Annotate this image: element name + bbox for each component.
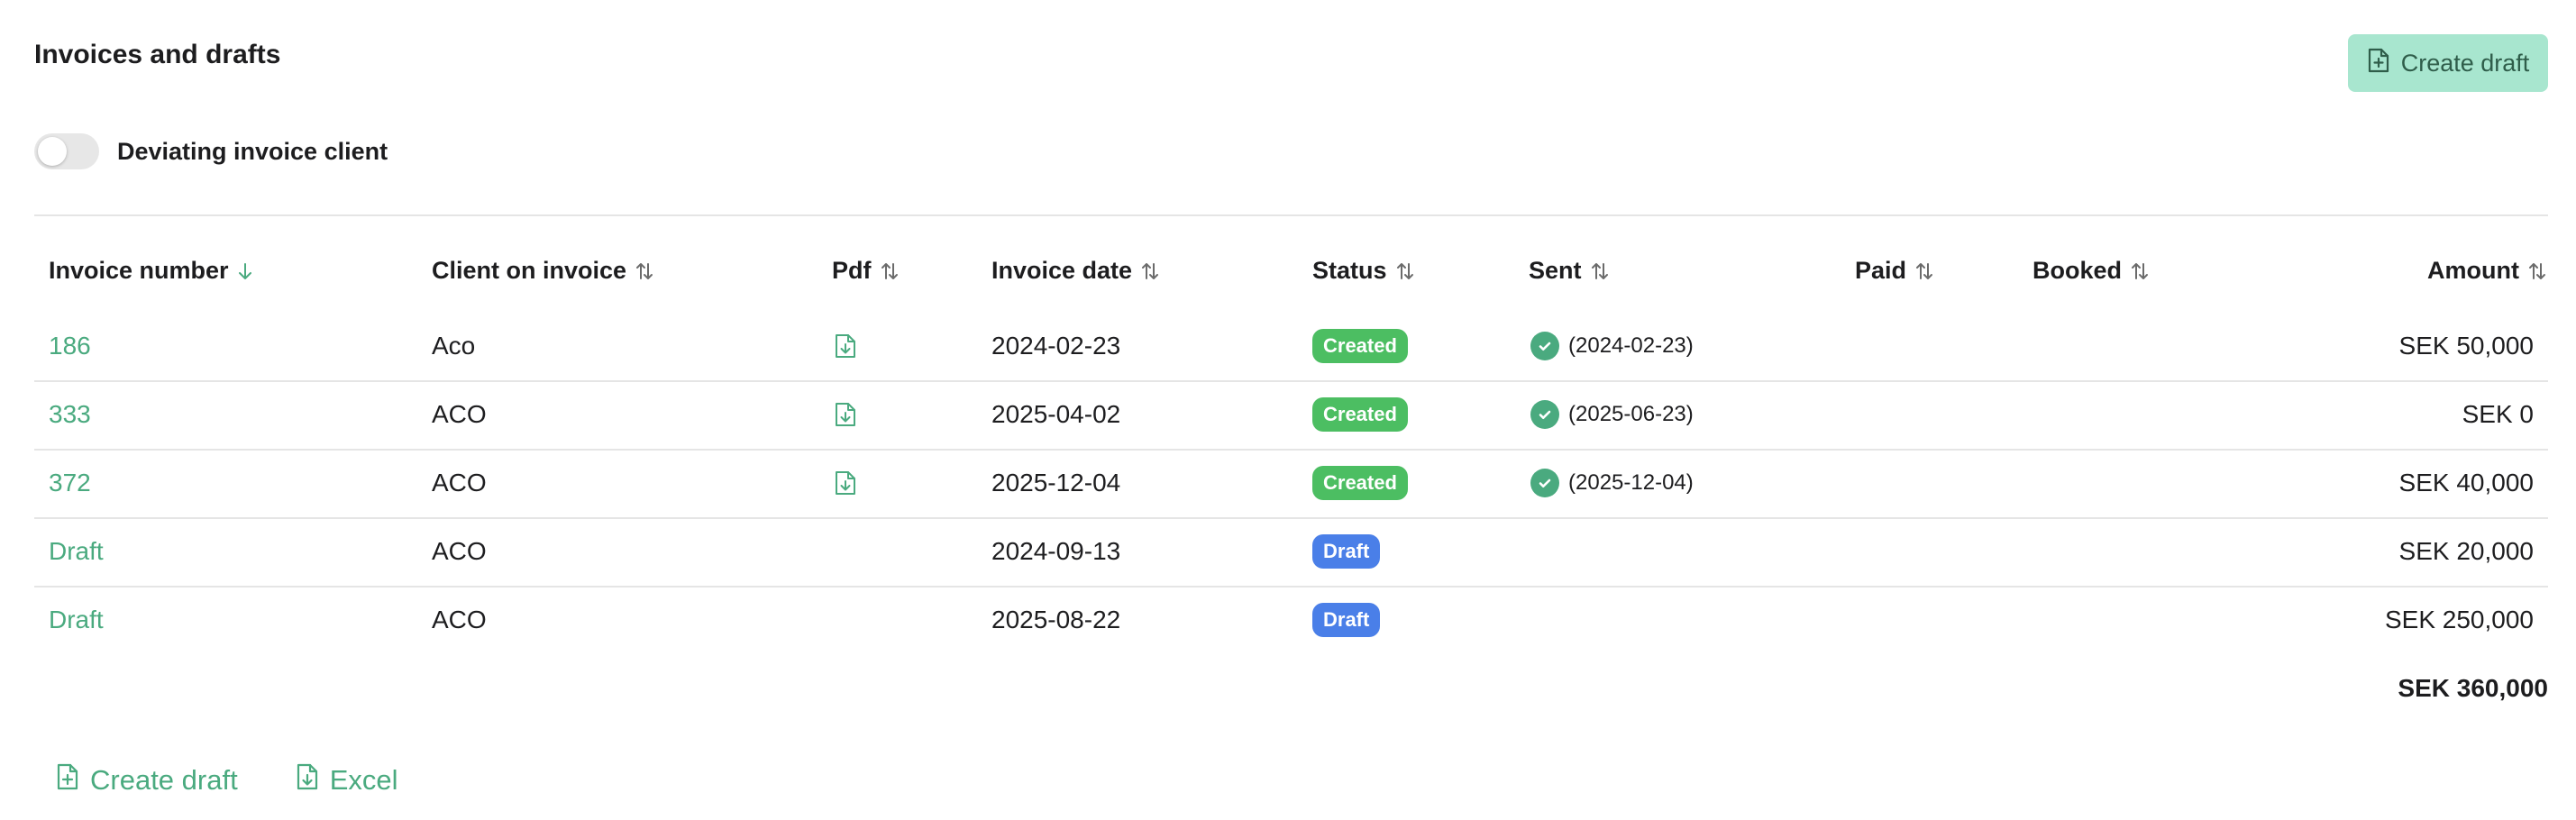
sent-date: (2024-02-23)	[1568, 333, 1694, 358]
page-title: Invoices and drafts	[34, 40, 281, 69]
arrow-down-icon	[236, 260, 254, 282]
deviating-client-toggle[interactable]	[34, 133, 99, 169]
header-invoice-number[interactable]: Invoice number	[49, 257, 254, 285]
invoice-date-cell: 2024-09-13	[991, 537, 1121, 565]
invoice-number-link[interactable]: 372	[49, 449, 91, 517]
sort-arrows-icon	[1589, 260, 1611, 282]
amount-cell: SEK 20,000	[2398, 537, 2534, 565]
table-row[interactable]: 186 Aco 2024-02-23 Created (2024-02-23) SEK 5…	[34, 312, 2548, 382]
invoice-date-cell: 2025-12-04	[991, 469, 1121, 497]
deviating-client-row: Deviating invoice client	[34, 133, 388, 169]
sort-arrows-icon	[2129, 260, 2151, 282]
footer-create-draft-label: Create draft	[90, 764, 238, 796]
sort-arrows-icon	[1139, 260, 1161, 282]
footer-excel-link[interactable]: Excel	[296, 762, 398, 798]
header-amount[interactable]: Amount	[2427, 257, 2548, 285]
header-invoice-date-label: Invoice date	[991, 257, 1133, 284]
invoice-date-cell: 2024-02-23	[991, 332, 1121, 360]
client-cell: ACO	[432, 606, 487, 633]
header-sent-label: Sent	[1529, 257, 1582, 284]
invoice-number-link[interactable]: Draft	[49, 586, 104, 654]
file-plus-icon	[56, 762, 79, 798]
file-plus-icon	[2367, 47, 2390, 80]
check-circle-icon	[1530, 332, 1559, 360]
invoice-date-cell: 2025-08-22	[991, 606, 1121, 633]
create-draft-button-label: Create draft	[2400, 49, 2530, 77]
header-pdf-label: Pdf	[832, 257, 872, 284]
sent-cell: (2025-12-04)	[1530, 449, 1694, 517]
sent-date: (2025-12-04)	[1568, 470, 1694, 495]
file-download-icon[interactable]	[834, 469, 857, 497]
status-badge: Draft	[1312, 603, 1381, 637]
client-cell: ACO	[432, 537, 487, 565]
invoices-page: Invoices and drafts Create draft Deviati…	[0, 0, 2576, 820]
check-circle-icon	[1530, 469, 1559, 497]
create-draft-button[interactable]: Create draft	[2348, 34, 2548, 92]
amount-total: SEK 360,000	[2398, 674, 2548, 702]
table-row[interactable]: 333 ACO 2025-04-02 Created (2025-06-23) SEK 0	[34, 380, 2548, 451]
sort-arrows-icon	[1394, 260, 1416, 282]
header-paid[interactable]: Paid	[1855, 257, 1935, 285]
header-client-label: Client on invoice	[432, 257, 627, 284]
header-client[interactable]: Client on invoice	[432, 257, 655, 285]
invoice-number-link[interactable]: Draft	[49, 517, 104, 586]
footer-actions: Create draft Excel	[56, 762, 398, 798]
status-badge: Created	[1312, 329, 1408, 363]
status-badge: Draft	[1312, 534, 1381, 569]
amount-cell: SEK 40,000	[2398, 469, 2534, 497]
toggle-knob	[38, 137, 67, 166]
header-paid-label: Paid	[1855, 257, 1907, 284]
invoice-number-link[interactable]: 186	[49, 312, 91, 380]
sort-arrows-icon	[879, 260, 900, 282]
header-amount-label: Amount	[2427, 257, 2519, 284]
header-booked-label: Booked	[2032, 257, 2123, 284]
footer-excel-label: Excel	[329, 764, 398, 796]
header-status-label: Status	[1312, 257, 1387, 284]
header-status[interactable]: Status	[1312, 257, 1416, 285]
invoice-date-cell: 2025-04-02	[991, 400, 1121, 428]
file-download-icon[interactable]	[834, 401, 857, 428]
sent-date: (2025-06-23)	[1568, 402, 1694, 426]
header-invoice-number-label: Invoice number	[49, 257, 229, 284]
sort-arrows-icon	[634, 260, 655, 282]
header-booked[interactable]: Booked	[2032, 257, 2151, 285]
check-circle-icon	[1530, 400, 1559, 429]
amount-cell: SEK 0	[2462, 400, 2534, 428]
client-cell: ACO	[432, 400, 487, 428]
header-sent[interactable]: Sent	[1529, 257, 1611, 285]
file-download-icon[interactable]	[834, 333, 857, 360]
sort-arrows-icon	[1914, 260, 1935, 282]
header-invoice-date[interactable]: Invoice date	[991, 257, 1161, 285]
sent-cell: (2024-02-23)	[1530, 312, 1694, 380]
client-cell: Aco	[432, 332, 476, 360]
invoice-number-link[interactable]: 333	[49, 380, 91, 449]
table-row[interactable]: 372 ACO 2025-12-04 Created (2025-12-04) SEK 4…	[34, 449, 2548, 519]
deviating-client-label: Deviating invoice client	[117, 137, 388, 165]
amount-cell: SEK 50,000	[2398, 332, 2534, 360]
status-badge: Created	[1312, 397, 1408, 432]
footer-create-draft-link[interactable]: Create draft	[56, 762, 238, 798]
deviating-client-toggle-wrap	[34, 133, 99, 169]
table-row[interactable]: Draft ACO 2025-08-22 Draft SEK 250,000	[34, 586, 2548, 654]
header-pdf[interactable]: Pdf	[832, 257, 900, 285]
sort-arrows-icon	[2526, 260, 2548, 282]
section-divider	[34, 214, 2548, 216]
sent-cell: (2025-06-23)	[1530, 380, 1694, 449]
amount-cell: SEK 250,000	[2384, 606, 2534, 633]
status-badge: Created	[1312, 466, 1408, 500]
file-download-icon	[296, 762, 319, 798]
table-row[interactable]: Draft ACO 2024-09-13 Draft SEK 20,000	[34, 517, 2548, 588]
client-cell: ACO	[432, 469, 487, 497]
